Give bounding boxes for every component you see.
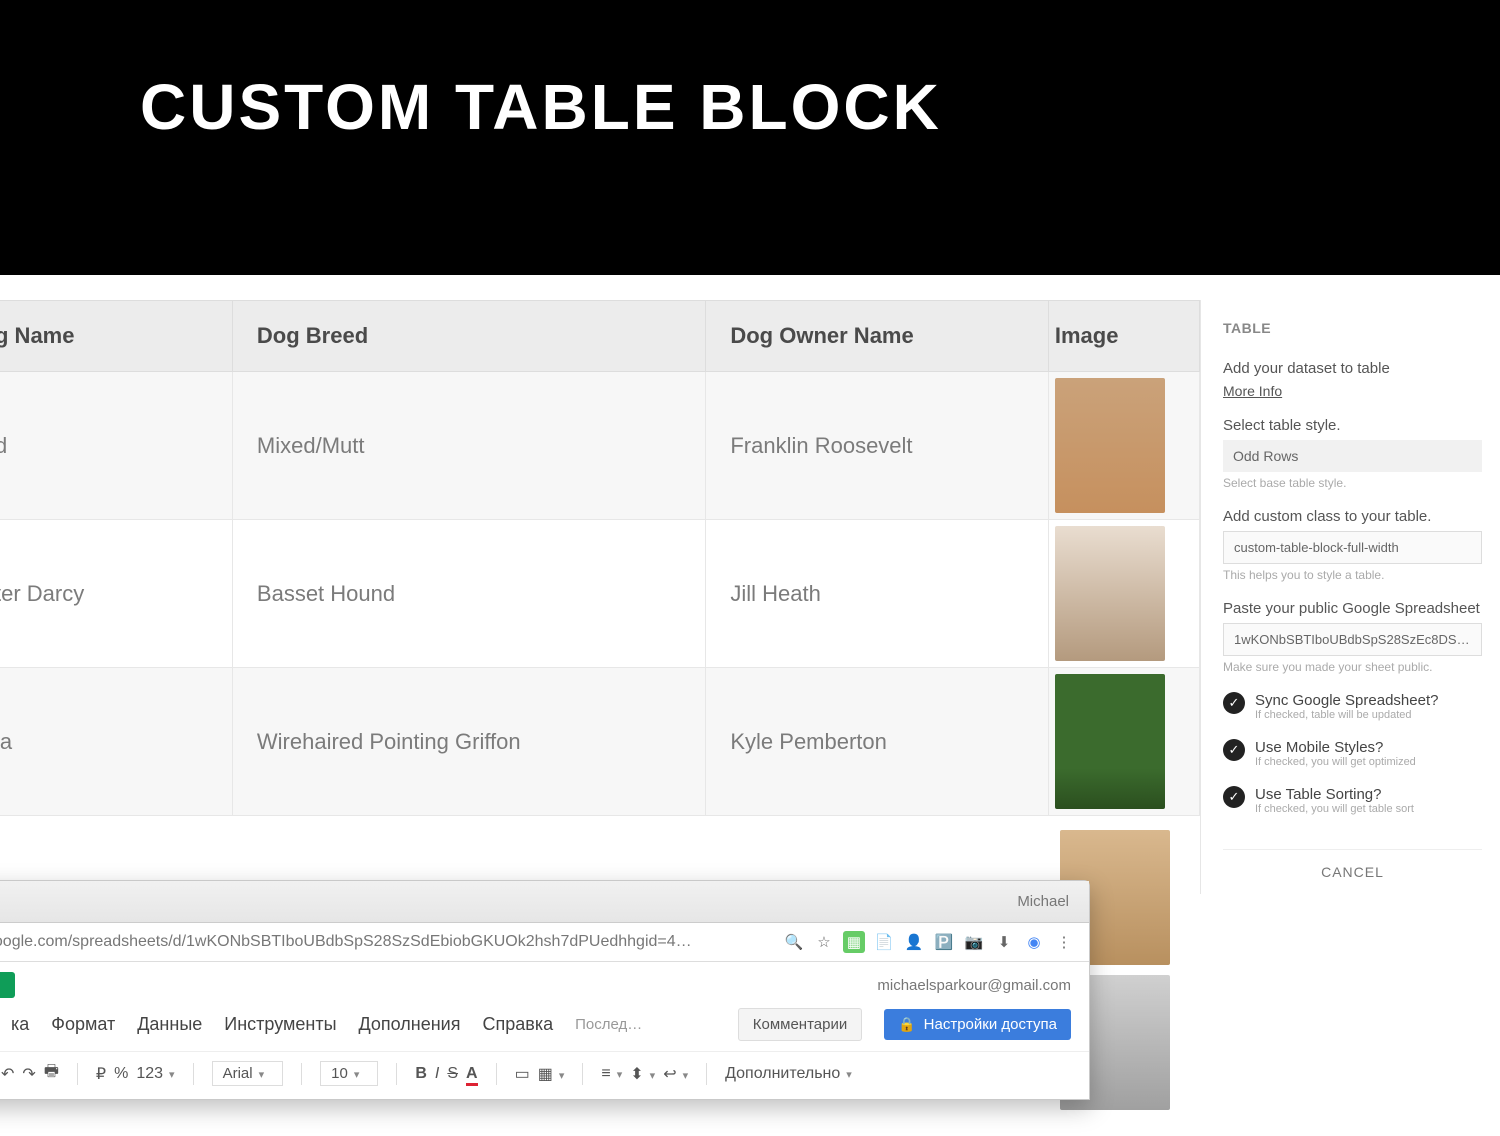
dog-thumbnail (1055, 526, 1165, 661)
toggle-label: Use Table Sorting? (1255, 786, 1414, 803)
style-label: Select table style. (1223, 417, 1482, 434)
checkbox-toggle[interactable]: ✓ (1223, 786, 1245, 808)
cell-owner: Franklin Roosevelt (706, 372, 1049, 520)
search-icon[interactable]: 🔍 (783, 931, 805, 953)
more-toolbar[interactable]: Дополнительно (725, 1065, 852, 1083)
sheets-toolbar: ↶ ↷ 🖶 ₽ % 123 Arial 10 B I S A ▭ ▦ ≡ ⬍ (0, 1051, 1089, 1099)
cancel-button[interactable]: CANCEL (1223, 849, 1482, 880)
dog-thumbnail (1055, 674, 1165, 809)
page-title: CUSTOM TABLE BLOCK (140, 70, 1500, 144)
sheet-hint: Make sure you made your sheet public. (1223, 660, 1482, 674)
col-header-breed[interactable]: Dog Breed (232, 301, 705, 372)
strike-icon[interactable]: S (447, 1065, 458, 1083)
cell-breed: Basset Hound (232, 520, 705, 668)
currency-icon[interactable]: ₽ (96, 1064, 106, 1084)
class-input[interactable] (1223, 531, 1482, 564)
halign-icon[interactable]: ≡ (601, 1065, 622, 1083)
cell-image (1048, 520, 1199, 668)
text-color-icon[interactable]: A (466, 1065, 478, 1083)
class-hint: This helps you to style a table. (1223, 568, 1482, 582)
cell-breed: Wirehaired Pointing Griffon (232, 668, 705, 816)
last-edit-label: Послед… (575, 1016, 642, 1033)
google-sheets-window: Michael google.com/spreadsheets/d/1wKONb… (0, 880, 1090, 1100)
table-preview: g Name Dog Breed Dog Owner Name Image dM… (0, 300, 1200, 894)
cell-owner: Jill Heath (706, 520, 1049, 668)
ext-icon-6[interactable]: ⬇ (993, 931, 1015, 953)
cell-name: d (0, 372, 232, 520)
table-row: laWirehaired Pointing GriffonKyle Pember… (0, 668, 1200, 816)
style-select[interactable]: Odd Rows (1223, 440, 1482, 472)
menu-item[interactable]: Справка (482, 1014, 553, 1035)
sheet-label: Paste your public Google Spreadsheet (1223, 600, 1482, 617)
col-header-name[interactable]: g Name (0, 301, 232, 372)
account-email[interactable]: michaelsparkour@gmail.com (877, 977, 1071, 994)
cell-name: ter Darcy (0, 520, 232, 668)
col-header-image[interactable]: Image (1048, 301, 1199, 372)
bold-icon[interactable]: B (415, 1065, 427, 1083)
url-text[interactable]: google.com/spreadsheets/d/1wKONbSBTIboUB… (0, 933, 775, 951)
cell-breed: Mixed/Mutt (232, 372, 705, 520)
toggle-hint: If checked, you will get optimized (1255, 756, 1416, 768)
star-icon[interactable]: ☆ (813, 931, 835, 953)
toggle-hint: If checked, table will be updated (1255, 709, 1438, 721)
more-info-link[interactable]: More Info (1223, 383, 1282, 399)
table-row: ter DarcyBasset HoundJill Heath (0, 520, 1200, 668)
cell-owner: Kyle Pemberton (706, 668, 1049, 816)
hero-banner: CUSTOM TABLE BLOCK (0, 0, 1500, 275)
settings-sidebar: TABLE Add your dataset to table More Inf… (1200, 300, 1500, 894)
dog-thumbnail (1055, 378, 1165, 513)
menu-item[interactable]: Дополнения (359, 1014, 461, 1035)
tab-user-label: Michael (1017, 893, 1069, 910)
checkbox-toggle[interactable]: ✓ (1223, 739, 1245, 761)
cell-name: la (0, 668, 232, 816)
toggle-label: Sync Google Spreadsheet? (1255, 692, 1438, 709)
class-label: Add custom class to your table. (1223, 508, 1482, 525)
wrap-icon[interactable]: ↩ (663, 1064, 688, 1084)
redo-icon[interactable]: ↷ (22, 1064, 35, 1084)
menu-icon[interactable]: ⋮ (1053, 931, 1075, 953)
ext-icon-1[interactable]: ▦ (843, 931, 865, 953)
toggle-label: Use Mobile Styles? (1255, 739, 1416, 756)
menu-item[interactable]: Формат (51, 1014, 115, 1035)
cell-image (1048, 372, 1199, 520)
custom-table: g Name Dog Breed Dog Owner Name Image dM… (0, 300, 1200, 816)
table-header-row: g Name Dog Breed Dog Owner Name Image (0, 301, 1200, 372)
italic-icon[interactable]: I (435, 1065, 439, 1083)
sheet-input[interactable] (1223, 623, 1482, 656)
ext-icon-4[interactable]: 🅿️ (933, 931, 955, 953)
fill-color-icon[interactable]: ▭ (515, 1064, 530, 1084)
menu-item[interactable]: Данные (137, 1014, 202, 1035)
percent-icon[interactable]: % (114, 1065, 128, 1083)
dataset-label: Add your dataset to table (1223, 360, 1482, 377)
fontsize-select[interactable]: 10 (320, 1061, 378, 1086)
share-button-label: Настройки доступа (924, 1016, 1057, 1033)
table-row: dMixed/MuttFranklin Roosevelt (0, 372, 1200, 520)
ext-icon-3[interactable]: 👤 (903, 931, 925, 953)
menu-item[interactable]: Инструменты (224, 1014, 336, 1035)
browser-addressbar: google.com/spreadsheets/d/1wKONbSBTIboUB… (0, 923, 1089, 962)
checkbox-toggle[interactable]: ✓ (1223, 692, 1245, 714)
borders-icon[interactable]: ▦ (538, 1064, 565, 1084)
sheets-app-icon[interactable] (0, 972, 15, 998)
cell-image (1048, 668, 1199, 816)
font-select[interactable]: Arial (212, 1061, 284, 1086)
style-hint: Select base table style. (1223, 476, 1482, 490)
ext-icon-7[interactable]: ◉ (1023, 931, 1045, 953)
ext-icon-2[interactable]: 📄 (873, 931, 895, 953)
number-format-menu[interactable]: 123 (136, 1065, 174, 1083)
sheets-menubar: ка Формат Данные Инструменты Дополнения Справ… (0, 1002, 1089, 1051)
lock-icon: 🔒 (898, 1016, 915, 1033)
menu-item[interactable]: ка (11, 1014, 29, 1035)
comments-button[interactable]: Комментарии (738, 1008, 862, 1041)
browser-tabbar: Michael (0, 881, 1089, 923)
valign-icon[interactable]: ⬍ (630, 1064, 655, 1084)
undo-icon[interactable]: ↶ (1, 1064, 14, 1084)
col-header-owner[interactable]: Dog Owner Name (706, 301, 1049, 372)
toggle-hint: If checked, you will get table sort (1255, 803, 1414, 815)
sidebar-title: TABLE (1223, 320, 1482, 336)
share-button[interactable]: 🔒 Настройки доступа (884, 1009, 1071, 1040)
print-icon[interactable]: 🖶 (44, 1060, 59, 1087)
ext-icon-5[interactable]: 📷 (963, 931, 985, 953)
